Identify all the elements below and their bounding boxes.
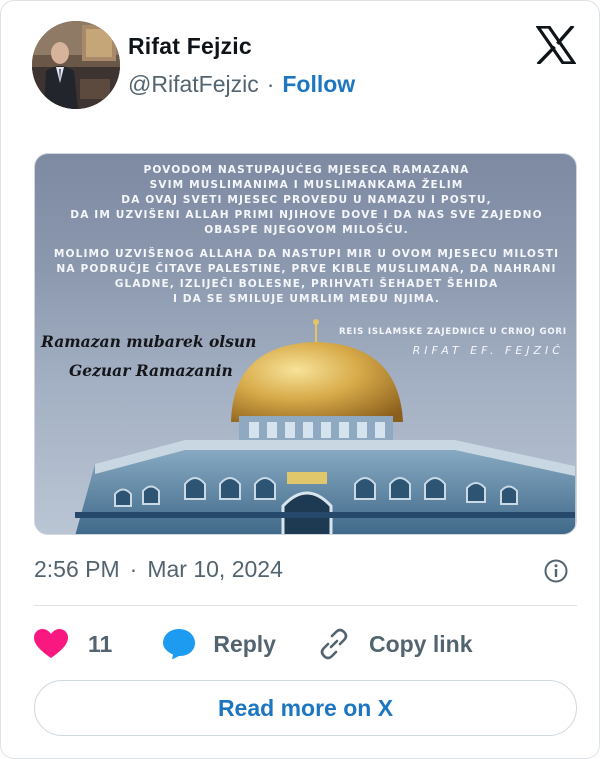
message-line: I DA SE SMILUJE UMRLIM MEĐU NJIMA.	[172, 293, 441, 305]
copy-link-label: Copy link	[368, 630, 473, 657]
message-block-1: POVODOM NASTUPAJUĆEG MJESECA RAMAZANA SV…	[35, 163, 576, 238]
message-line: DA IM UZVIŠENI ALLAH PRIMI NJIHOVE DOVE …	[70, 209, 543, 221]
signature-title: REIS ISLAMSKE ZAJEDNICE U CRNOJ GORI	[339, 327, 567, 337]
embedded-post-card: Rifat Fejzic @RifatFejzic · Follow POVOD…	[0, 0, 600, 759]
post-image[interactable]: POVODOM NASTUPAJUĆEG MJESECA RAMAZANA SV…	[34, 153, 577, 535]
reply-button[interactable]: Reply	[162, 628, 276, 660]
action-bar: 11 Reply Copy link	[34, 621, 472, 667]
author-name[interactable]: Rifat Fejzic	[128, 33, 252, 60]
message-line: NA PODRUČJE ČITAVE PALESTINE, PRVE KIBLE…	[56, 263, 557, 275]
greeting-albanian: Gezuar Ramazanin	[69, 361, 233, 380]
link-icon	[320, 628, 348, 660]
heart-icon	[34, 629, 68, 658]
copy-link-button[interactable]: Copy link	[317, 627, 473, 661]
post-date: Mar 10, 2024	[147, 556, 283, 582]
follow-button[interactable]: Follow	[282, 71, 355, 98]
message-block-2: MOLIMO UZVIŠENOG ALLAHA DA NASTUPI MIR U…	[35, 247, 576, 307]
info-icon[interactable]	[543, 558, 569, 584]
message-line: GLADNE, IZLIJEČI BOLESNE, PRIHVATI ŠEHAD…	[114, 278, 499, 290]
avatar-photo	[32, 21, 120, 109]
handle-row: @RifatFejzic · Follow	[128, 71, 355, 98]
read-more-button[interactable]: Read more on X	[34, 680, 577, 736]
message-line: OBASPE NJEGOVOM MILOŠĆU.	[204, 224, 409, 236]
reply-label: Reply	[213, 630, 276, 657]
message-line: MOLIMO UZVIŠENOG ALLAHA DA NASTUPI MIR U…	[53, 248, 560, 260]
handle-separator: ·	[266, 71, 275, 97]
like-button[interactable]: 11	[34, 629, 112, 659]
post-timestamp[interactable]: 2:56 PM · Mar 10, 2024	[34, 556, 283, 583]
signature-name: RIFAT EF. FEJZIĆ	[412, 344, 564, 357]
x-logo-icon[interactable]	[536, 26, 576, 64]
author-handle[interactable]: @RifatFejzic	[128, 71, 259, 98]
reply-bubble-icon	[163, 629, 196, 660]
message-line: DA OVAJ SVETI MJESEC PROVEDU U NAMAZU I …	[121, 194, 492, 206]
message-line: POVODOM NASTUPAJUĆEG MJESECA RAMAZANA	[143, 164, 470, 176]
like-count: 11	[88, 630, 113, 657]
greeting-turkish: Ramazan mubarek olsun	[41, 332, 257, 351]
post-time: 2:56 PM	[34, 556, 120, 582]
avatar[interactable]	[32, 21, 120, 109]
message-line: SVIM MUSLIMANIMA I MUSLIMANKAMA ŽELIM	[149, 179, 464, 191]
divider	[34, 605, 577, 606]
timestamp-separator: ·	[129, 556, 138, 582]
